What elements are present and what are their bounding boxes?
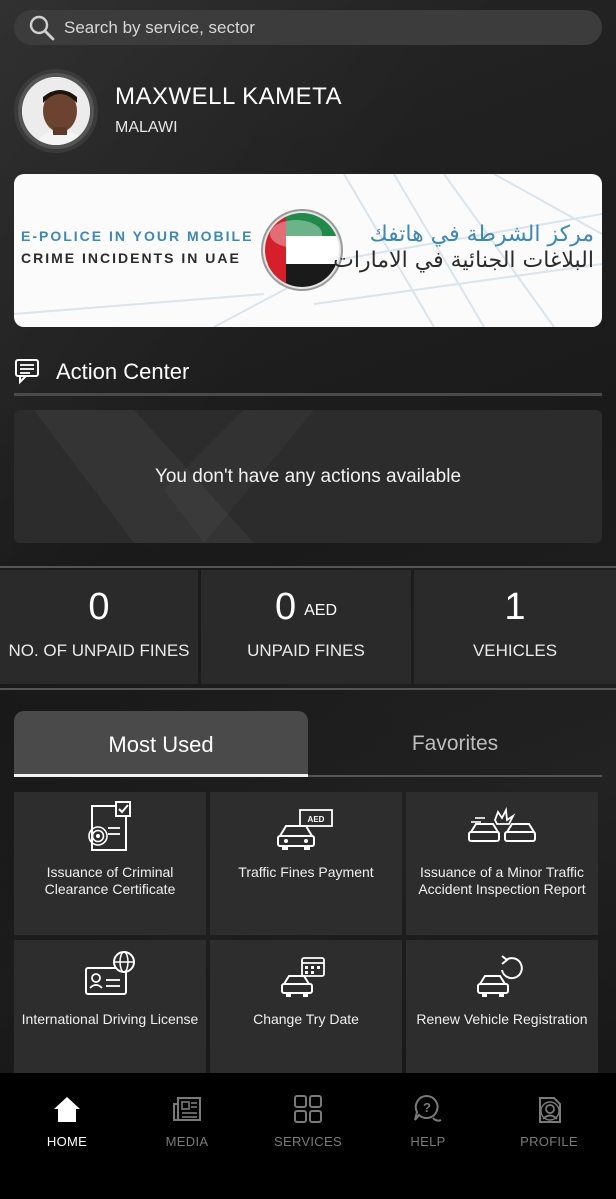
service-label: Traffic Fines Payment [238, 864, 374, 880]
tab-favorites[interactable]: Favorites [308, 711, 602, 775]
nav-label: SERVICES [274, 1134, 342, 1149]
stat-value: 1 [504, 586, 526, 628]
certificate-fingerprint-icon [88, 801, 131, 851]
service-card-traffic-fines[interactable]: AED Traffic Fines Payment [210, 792, 402, 935]
service-label: Issuance of Criminal Clearance Certifica… [44, 864, 176, 897]
car-accident-icon [468, 806, 536, 842]
tab-label: Favorites [411, 732, 499, 755]
stat-value-wrap: 0 AED [201, 586, 411, 629]
nav-label: HELP [410, 1134, 446, 1149]
id-card-globe-icon [85, 951, 135, 995]
nav-home[interactable]: HOME [17, 1093, 117, 1149]
home-icon [54, 1097, 80, 1122]
empty-actions-message: You don't have any actions available [154, 466, 462, 487]
service-card-criminal-clearance[interactable]: Issuance of Criminal Clearance Certifica… [14, 792, 206, 935]
active-tab-indicator [14, 774, 308, 777]
action-center-title: Action Center [56, 359, 190, 384]
avatar-photo [22, 77, 90, 145]
grid-icon [294, 1095, 322, 1123]
nav-help[interactable]: ? HELP [378, 1093, 478, 1149]
stat-unit: AED [304, 602, 338, 619]
promo-banner[interactable]: E-POLICE IN YOUR MOBILE CRIME INCIDENTS … [14, 174, 602, 327]
stat-value: 0 [274, 586, 297, 628]
service-card-international-license[interactable]: International Driving License [14, 940, 206, 1083]
stat-unpaid-fines-count[interactable]: 0 NO. OF UNPAID FINES [0, 570, 198, 684]
nav-services[interactable]: SERVICES [258, 1093, 358, 1149]
banner-arabic-1: مركز الشرطة في هاتفك [369, 222, 594, 247]
service-label: International Driving License [21, 1011, 199, 1027]
nav-label: PROFILE [520, 1134, 578, 1149]
nav-media[interactable]: MEDIA [137, 1093, 237, 1149]
service-card-accident-report[interactable]: Issuance of a Minor Traffic Accident Ins… [406, 792, 598, 935]
tab-divider [308, 775, 602, 777]
stat-label: VEHICLES [472, 641, 558, 660]
help-chat-icon: ? [414, 1094, 442, 1122]
car-renew-icon [477, 955, 523, 997]
nav-label: HOME [46, 1134, 88, 1149]
stat-label: NO. OF UNPAID FINES [8, 641, 190, 660]
service-label: Issuance of a Minor Traffic Accident Ins… [418, 864, 586, 897]
service-card-change-try-date[interactable]: Change Try Date [210, 940, 402, 1083]
nav-label: MEDIA [165, 1134, 209, 1149]
stat-unpaid-fines-amount[interactable]: 0 AED UNPAID FINES [201, 570, 411, 684]
newspaper-icon [173, 1097, 201, 1121]
service-label: Renew Vehicle Registration [416, 1011, 588, 1027]
tab-label: Most Used [108, 732, 214, 757]
service-card-renew-registration[interactable]: Renew Vehicle Registration [406, 940, 598, 1083]
car-calendar-icon [281, 957, 325, 997]
banner-line-2: CRIME INCIDENTS IN UAE [21, 250, 241, 266]
car-fine-payment-icon: AED [277, 809, 333, 850]
search-bar[interactable]: Search by service, sector [14, 10, 602, 45]
profile-doc-icon [539, 1097, 561, 1123]
search-icon [29, 15, 55, 40]
stat-vehicles[interactable]: 1 VEHICLES [414, 570, 616, 684]
svg-text:?: ? [423, 1100, 431, 1115]
profile-name: MAXWELL KAMETA [115, 83, 343, 110]
stat-label: UNPAID FINES [247, 641, 365, 660]
svg-text:AED: AED [308, 815, 325, 824]
stat-value: 0 [88, 586, 110, 628]
chat-list-icon [15, 359, 39, 385]
profile-country: MALAWI [115, 119, 178, 136]
bottom-nav: HOME MEDIA SERVICES ? HELP PROFILE [0, 1073, 616, 1199]
divider [0, 688, 616, 690]
action-center-panel: You don't have any actions available [14, 410, 602, 543]
divider [14, 393, 602, 396]
tab-most-used[interactable]: Most Used [14, 711, 308, 775]
avatar[interactable] [14, 69, 98, 153]
divider [0, 566, 616, 568]
uae-flag-icon [261, 209, 343, 291]
service-label: Change Try Date [253, 1011, 359, 1027]
search-placeholder[interactable]: Search by service, sector [64, 18, 255, 38]
banner-line-1: E-POLICE IN YOUR MOBILE [21, 228, 254, 244]
nav-profile[interactable]: PROFILE [499, 1093, 599, 1149]
banner-arabic-2: البلاغات الجنائية في الامارات [333, 248, 594, 273]
